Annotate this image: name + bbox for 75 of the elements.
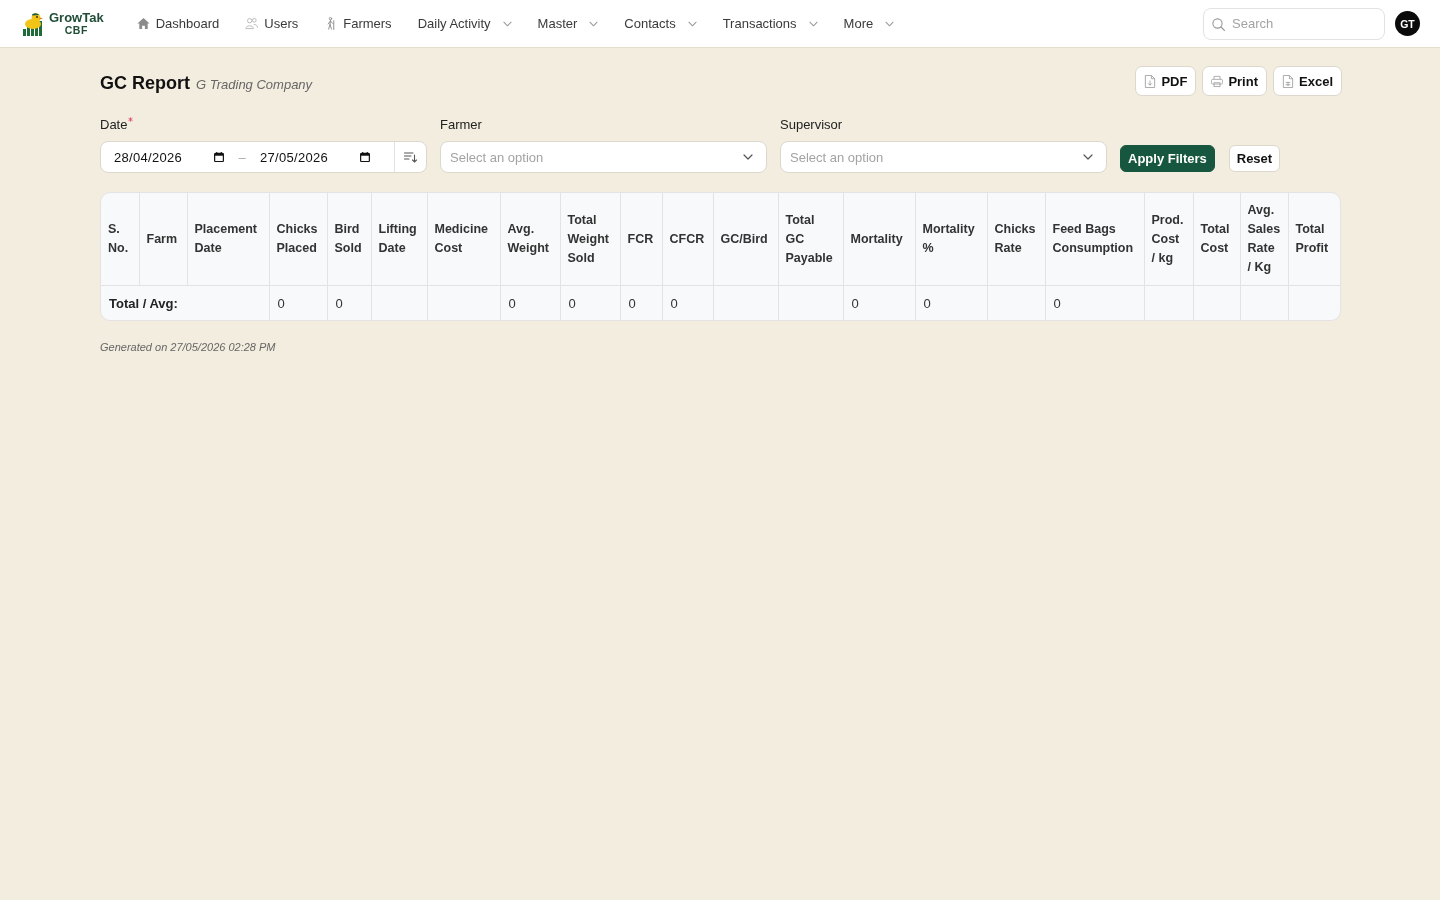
total-label: Total / Avg:	[109, 295, 178, 311]
company-name: G Trading Company	[196, 76, 313, 92]
chick-on-bar-chart-logo-icon[interactable]	[22, 11, 46, 36]
column-header: Mortality %	[922, 222, 975, 255]
column-header: Bird Sold	[334, 222, 362, 255]
calendar-icon[interactable]	[360, 152, 370, 162]
chevron-down-icon	[743, 154, 753, 160]
column-header: Prod. Cost / kg	[1151, 212, 1184, 265]
nav-link[interactable]: Farmers	[324, 14, 392, 33]
file-spreadsheet-icon	[1282, 74, 1294, 88]
brand-name: GrowTak	[49, 11, 104, 24]
chevron-down-icon	[808, 20, 818, 27]
column-header: Farm	[146, 231, 178, 246]
user-avatar[interactable]: GT	[1395, 11, 1420, 36]
filter-label: Farmer	[440, 117, 482, 132]
export-button[interactable]: PDF	[1135, 66, 1197, 96]
column-header: Medicine Cost	[434, 222, 488, 255]
search-icon	[1212, 17, 1225, 31]
apply-filters-button[interactable]: Apply Filters	[1120, 145, 1215, 172]
total-value: 0	[923, 295, 931, 311]
brand-tagline: CBF	[64, 23, 88, 36]
printer-icon	[1211, 74, 1224, 88]
filter-label: Date	[100, 117, 128, 132]
nav-menu[interactable]: Daily Activity	[417, 14, 512, 33]
nav-menu[interactable]: Master	[537, 14, 599, 33]
filter-label: Supervisor	[780, 117, 843, 132]
total-value: 0	[670, 295, 678, 311]
page-title: GC Report	[100, 72, 190, 94]
export-button[interactable]: Print	[1202, 66, 1267, 96]
users-icon	[245, 17, 259, 30]
nav-menu[interactable]: Contacts	[624, 14, 697, 33]
generated-timestamp: Generated on 27/05/2026 02:28 PM	[100, 341, 276, 353]
nav-menu[interactable]: More	[843, 14, 895, 33]
total-value: 0	[508, 295, 516, 311]
column-header: Total Profit	[1295, 222, 1329, 255]
sort-icon	[404, 151, 417, 163]
total-value: 0	[628, 295, 636, 311]
date-range-field[interactable]: 28/04/2026 – 27/05/2026	[100, 141, 427, 173]
search-field[interactable]: Search	[1203, 7, 1385, 40]
calendar-icon[interactable]	[214, 152, 224, 162]
chevron-down-icon	[589, 20, 599, 27]
column-header: Avg. Weight	[507, 222, 549, 255]
column-header: Chicks Rate	[994, 222, 1036, 255]
column-header: GC/Bird	[720, 231, 768, 246]
file-download-icon	[1144, 74, 1157, 88]
export-button[interactable]: Excel	[1273, 66, 1342, 96]
range-separator: –	[237, 149, 247, 165]
total-value: 0	[335, 295, 343, 311]
column-header: Mortality	[850, 231, 903, 246]
column-header: Chicks Placed	[276, 222, 318, 255]
nav-link[interactable]: Dashboard	[136, 14, 220, 33]
chevron-down-icon	[687, 20, 697, 27]
column-header: Total Cost	[1200, 222, 1230, 255]
chevron-down-icon	[1083, 154, 1093, 160]
home-icon	[136, 17, 150, 30]
column-header: Lifting Date	[378, 222, 417, 255]
reset-button[interactable]: Reset	[1228, 145, 1281, 172]
total-value: 0	[1053, 295, 1061, 311]
chevron-down-icon	[885, 20, 895, 27]
end-date-field[interactable]: 27/05/2026	[260, 149, 370, 165]
total-value: 0	[851, 295, 859, 311]
column-header: FCR	[627, 231, 654, 246]
column-header: Total GC Payable	[785, 212, 833, 265]
column-header: Avg. Sales Rate / Kg	[1247, 203, 1281, 274]
total-value: 0	[277, 295, 285, 311]
column-header: S. No.	[108, 222, 129, 255]
column-header: Total Weight Sold	[567, 212, 609, 265]
nav-menu[interactable]: Transactions	[722, 14, 818, 33]
start-date-field[interactable]: 28/04/2026	[101, 149, 224, 165]
total-value: 0	[568, 295, 576, 311]
column-header: CFCR	[669, 231, 705, 246]
chevron-down-icon	[502, 20, 512, 27]
column-header: Feed Bags Consumption	[1052, 222, 1134, 255]
nav-link[interactable]: Users	[245, 14, 299, 33]
column-header: Placement Date	[194, 222, 258, 255]
